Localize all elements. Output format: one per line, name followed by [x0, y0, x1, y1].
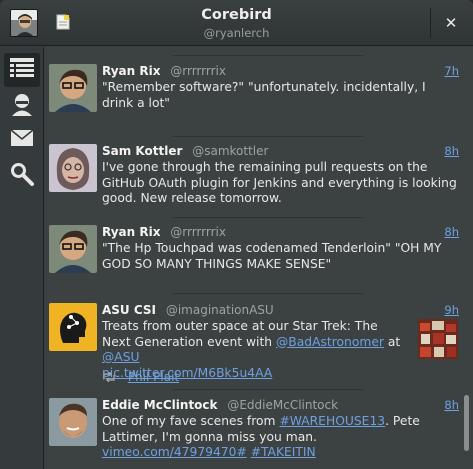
tweet-text: "Remember software?" "unfortunately. inc… — [102, 80, 426, 110]
url-link[interactable]: vimeo.com/47979470# — [102, 445, 247, 459]
author-name[interactable]: Eddie McClintock — [102, 398, 218, 412]
stream-icon — [10, 58, 34, 82]
mention-link[interactable]: @BadAstronomer — [276, 335, 384, 349]
tweet-time[interactable]: 9h — [444, 303, 459, 317]
tweet-text-part: at — [383, 334, 401, 349]
tweet-time[interactable]: 7h — [444, 64, 459, 78]
divider — [173, 293, 363, 294]
sidebar-item-mentions[interactable] — [4, 89, 40, 123]
author-handle[interactable]: @samkottler — [192, 144, 268, 158]
scrollbar-thumb[interactable] — [464, 395, 469, 451]
retweet-info: Phil Plait — [102, 370, 179, 385]
tweet-item[interactable]: Ryan Rix @rrrrrrrix 7h "Remember softwar… — [45, 64, 463, 134]
tweet-text-part: One of my fave scenes from — [102, 414, 280, 428]
author-name[interactable]: Sam Kottler — [102, 144, 182, 158]
avatar[interactable] — [49, 225, 97, 273]
hashtag-link[interactable]: #TAKEITIN — [251, 445, 316, 459]
divider — [173, 389, 363, 390]
tweet-item[interactable]: Ryan Rix @rrrrrrrix 8h "The Hp Touchpad … — [45, 225, 463, 285]
retweeter-name[interactable]: Phil Plait — [128, 370, 179, 384]
window-subtitle: @ryanlerch — [203, 26, 270, 40]
hashtag-link[interactable]: #WAREHOUSE13 — [279, 414, 385, 428]
author-handle[interactable]: @rrrrrrrix — [170, 64, 226, 78]
corebird-window: Corebird @ryanlerch ✕ Ryan Rix @rrrrrrri… — [0, 0, 473, 469]
tweet-time[interactable]: 8h — [444, 225, 459, 239]
tweet-text: One of my fave scenes from #WAREHOUSE13.… — [102, 414, 457, 461]
tweet-item[interactable]: ASU CSI @imaginationASU 9h Treats from o… — [45, 303, 463, 393]
window-title: Corebird — [201, 7, 272, 23]
author-handle[interactable]: @rrrrrrrix — [170, 225, 226, 239]
author-name[interactable]: ASU CSI — [102, 303, 156, 317]
divider — [173, 217, 363, 218]
sidebar — [0, 47, 44, 469]
tweet-text: I've gone through the remaining pull req… — [102, 160, 457, 205]
avatar[interactable] — [49, 303, 97, 351]
tweet-text: "The Hp Touchpad was codenamed Tenderloi… — [102, 241, 442, 271]
header-bar: Corebird @ryanlerch ✕ — [0, 0, 473, 46]
tweet-item[interactable]: Eddie McClintock @EddieMcClintock 8h One… — [45, 398, 463, 461]
media-thumbnail[interactable] — [418, 319, 458, 359]
author-name[interactable]: Ryan Rix — [102, 225, 160, 239]
tweet-time[interactable]: 8h — [444, 144, 459, 158]
header-separator — [430, 8, 431, 38]
author-name[interactable]: Ryan Rix — [102, 64, 160, 78]
close-button[interactable]: ✕ — [440, 12, 462, 34]
tweet-item[interactable]: Sam Kottler @samkottler 8h I've gone thr… — [45, 144, 463, 214]
envelope-icon — [10, 129, 34, 151]
sidebar-item-timeline[interactable] — [4, 53, 40, 87]
avatar[interactable] — [49, 144, 97, 192]
divider — [173, 136, 363, 137]
user-icon — [10, 92, 34, 120]
sidebar-item-search[interactable] — [4, 159, 40, 193]
divider — [173, 55, 363, 56]
timeline-list: Ryan Rix @rrrrrrrix 7h "Remember softwar… — [45, 47, 473, 469]
author-handle[interactable]: @EddieMcClintock — [227, 398, 338, 412]
retweet-icon — [102, 371, 116, 385]
tweet-time[interactable]: 8h — [444, 398, 459, 412]
close-icon: ✕ — [444, 14, 458, 32]
sidebar-item-messages[interactable] — [4, 123, 40, 157]
avatar[interactable] — [49, 398, 97, 446]
avatar[interactable] — [49, 64, 97, 112]
author-handle[interactable]: @imaginationASU — [166, 303, 274, 317]
mention-link[interactable]: @ASU — [102, 350, 140, 364]
search-icon — [10, 162, 34, 190]
